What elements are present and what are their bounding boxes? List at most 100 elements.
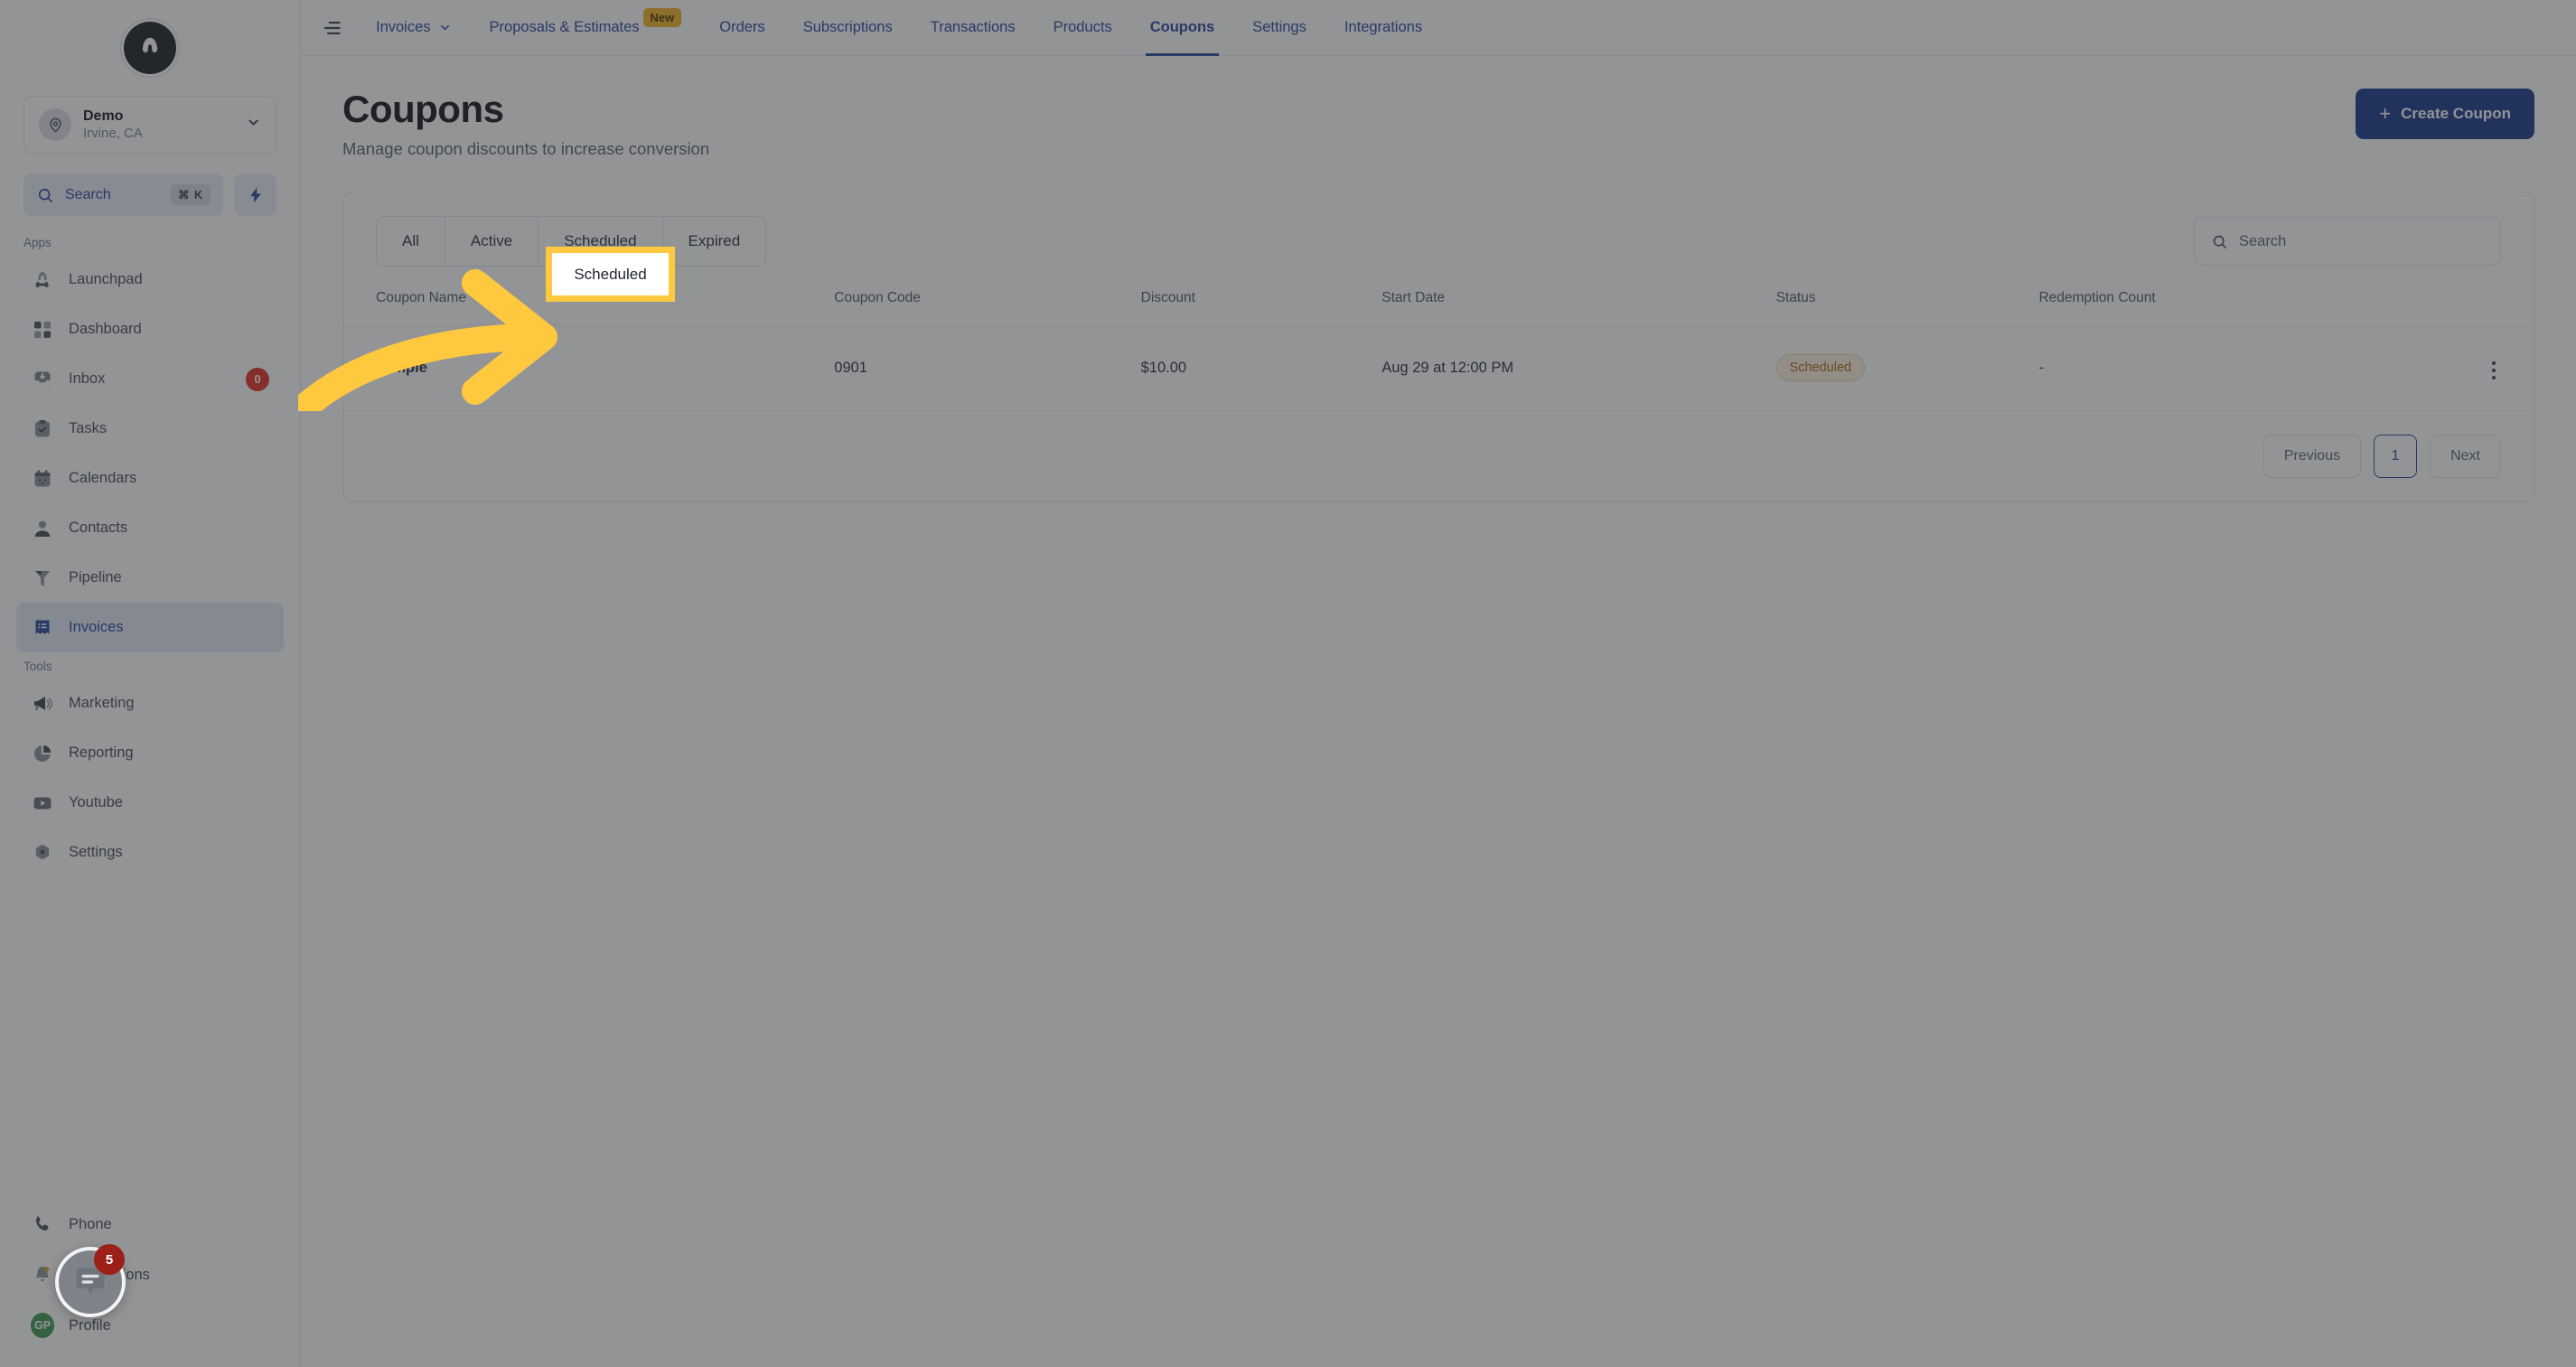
tab-transactions[interactable]: Transactions (912, 0, 1035, 56)
filter-tab-active[interactable]: Active (445, 217, 539, 267)
sidebar-item-calendars[interactable]: Calendars (16, 454, 284, 503)
sidebar-item-label: Marketing (69, 695, 135, 711)
sidebar-item-invoices[interactable]: Invoices (16, 603, 284, 652)
tab-invoices[interactable]: Invoices (357, 0, 471, 56)
tab-label: Integrations (1344, 19, 1423, 35)
tab-proposals-estimates[interactable]: Proposals & Estimates New (471, 0, 701, 56)
tab-label: Orders (719, 19, 765, 35)
page-subtitle: Manage coupon discounts to increase conv… (342, 139, 710, 159)
nav-tabs: Invoices Proposals & Estimates New Order… (357, 0, 1441, 56)
sidebar-search-row: Search ⌘ K (0, 154, 300, 227)
funnel-icon (31, 566, 54, 590)
phone-icon (31, 1213, 54, 1236)
sidebar-section-label-tools: Tools (23, 660, 52, 673)
sidebar-item-label: Profile (69, 1316, 111, 1334)
location-pin-icon (39, 108, 71, 141)
table-body: sample 0901 $10.00 Aug 29 at 12:00 PM Sc… (343, 324, 2534, 412)
tab-orders[interactable]: Orders (700, 0, 783, 56)
tab-subscriptions[interactable]: Subscriptions (784, 0, 912, 56)
search-icon (36, 186, 54, 204)
sidebar-item-label: Settings (69, 844, 123, 860)
chat-unread-badge: 5 (94, 1244, 125, 1275)
tab-label: Coupons (1149, 19, 1215, 35)
tab-label: Invoices (376, 19, 431, 35)
sidebar-item-tasks[interactable]: Tasks (16, 404, 284, 454)
create-coupon-button[interactable]: + Create Coupon (2356, 89, 2534, 139)
megaphone-icon (31, 692, 54, 716)
rocket-icon (31, 268, 54, 292)
pagination: Previous 1 Next (343, 411, 2534, 501)
main-area: Invoices Proposals & Estimates New Order… (301, 0, 2576, 1367)
bell-icon (31, 1263, 54, 1287)
location-selector[interactable]: Demo Irvine, CA (23, 96, 276, 154)
cell-status: Scheduled (1766, 324, 2030, 412)
status-badge: Scheduled (1775, 354, 1866, 382)
filter-tab-all[interactable]: All (377, 217, 445, 267)
hamburger-menu-icon[interactable] (308, 0, 357, 56)
column-header-actions (2402, 286, 2534, 326)
search-input[interactable] (2239, 232, 2484, 250)
search-icon (2211, 233, 2228, 250)
sidebar-item-label: Reporting (69, 744, 134, 761)
app-logo-icon[interactable] (124, 22, 176, 74)
column-header-coupon-code: Coupon Code (825, 286, 1132, 326)
clipboard-check-icon (31, 417, 54, 441)
sidebar-item-label: Contacts (69, 520, 128, 536)
sidebar-item-label: Youtube (69, 794, 123, 810)
highlight-scheduled-tab[interactable]: Scheduled (546, 247, 675, 302)
tab-settings[interactable]: Settings (1233, 0, 1325, 56)
kebab-menu-icon[interactable] (2487, 358, 2501, 383)
tab-coupons[interactable]: Coupons (1131, 0, 1234, 56)
sidebar-item-reporting[interactable]: Reporting (16, 728, 284, 778)
cell-redemption-count: - (2029, 324, 2403, 412)
column-header-discount: Discount (1131, 286, 1373, 326)
create-coupon-label: Create Coupon (2401, 105, 2511, 122)
cell-actions (2402, 324, 2534, 412)
sidebar-item-youtube[interactable]: Youtube (16, 778, 284, 828)
tab-integrations[interactable]: Integrations (1325, 0, 1441, 56)
tab-label: Subscriptions (802, 19, 893, 35)
next-page-button[interactable]: Next (2430, 435, 2501, 479)
youtube-icon (31, 791, 54, 815)
chevron-down-icon[interactable] (246, 115, 261, 135)
new-badge: New (642, 8, 682, 27)
previous-page-button[interactable]: Previous (2262, 435, 2362, 479)
coupon-search-box[interactable] (2194, 217, 2501, 267)
sidebar-item-launchpad[interactable]: Launchpad (16, 255, 284, 304)
tab-label: Settings (1252, 19, 1307, 35)
sidebar-item-contacts[interactable]: Contacts (16, 503, 284, 553)
global-search-label: Search (65, 186, 111, 202)
sidebar-nav: Apps Launchpad Dashboard Inbox 0 Tasks C… (0, 227, 300, 1199)
sidebar-item-profile[interactable]: GP Profile (16, 1300, 284, 1351)
sidebar-item-label: Tasks (69, 420, 108, 436)
sidebar-logo-row (0, 0, 300, 96)
sidebar-item-label: Pipeline (69, 569, 122, 585)
sidebar-item-settings[interactable]: Settings (16, 828, 284, 877)
global-search-button[interactable]: Search ⌘ K (23, 173, 223, 216)
location-name: Demo (83, 108, 124, 124)
sidebar-item-dashboard[interactable]: Dashboard (16, 304, 284, 354)
table-row[interactable]: sample 0901 $10.00 Aug 29 at 12:00 PM Sc… (343, 324, 2534, 412)
avatar: GP (31, 1313, 54, 1338)
coupons-card: All Active Scheduled Expired Search Coup… (342, 192, 2534, 503)
sidebar-item-pipeline[interactable]: Pipeline (16, 553, 284, 603)
tab-products[interactable]: Products (1035, 0, 1131, 56)
inbox-badge: 0 (246, 367, 269, 391)
app-root: Demo Irvine, CA Search ⌘ K Apps Launchpa… (0, 0, 2576, 1367)
sidebar-footer: Phone Notifications GP Profile (0, 1199, 300, 1367)
sidebar-item-inbox[interactable]: Inbox 0 (16, 354, 284, 404)
search-shortcut-hint: ⌘ K (171, 184, 211, 205)
column-header-status: Status (1766, 286, 2030, 326)
location-text: Demo Irvine, CA (83, 108, 234, 142)
sidebar-item-marketing[interactable]: Marketing (16, 679, 284, 728)
page-title: Coupons (342, 88, 504, 130)
sidebar: Demo Irvine, CA Search ⌘ K Apps Launchpa… (0, 0, 301, 1367)
sidebar-item-phone[interactable]: Phone (16, 1199, 284, 1250)
inbox-icon (31, 368, 54, 391)
lightning-bolt-icon[interactable] (234, 173, 276, 216)
coupons-table: Coupon Name Coupon Code Discount Start D… (343, 286, 2534, 412)
chevron-down-icon (438, 21, 452, 34)
invoice-icon (31, 616, 54, 640)
page-number-1[interactable]: 1 (2374, 435, 2418, 479)
filter-tab-expired[interactable]: Expired (662, 217, 766, 267)
